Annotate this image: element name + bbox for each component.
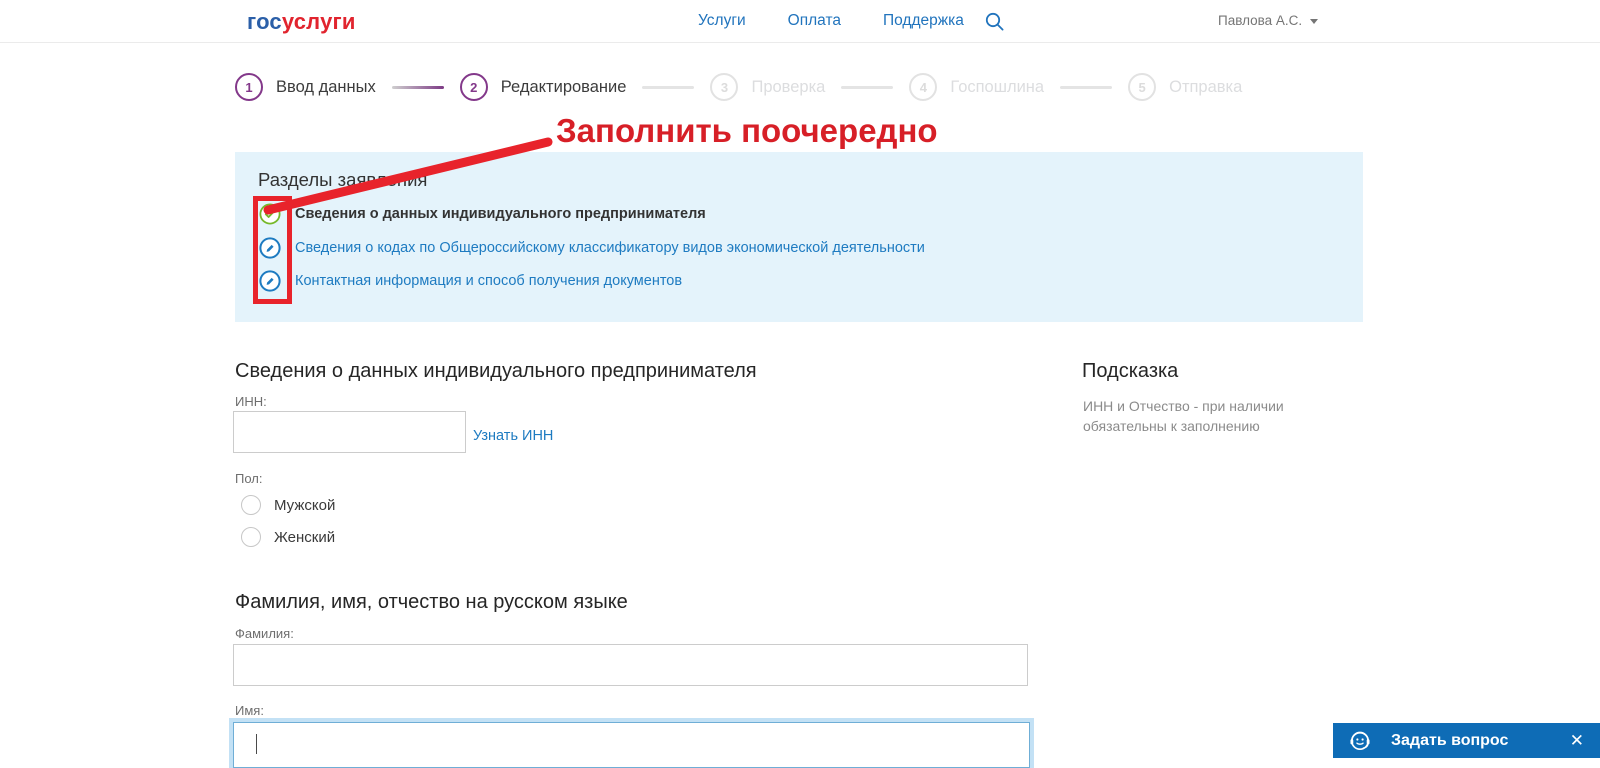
annotation-highlight-rectangle bbox=[253, 196, 292, 304]
step-4: 4 Госпошлина bbox=[909, 73, 1044, 101]
logo-part-red: услуги bbox=[282, 9, 356, 34]
wizard-stepper: 1 Ввод данных 2 Редактирование 3 Проверк… bbox=[235, 70, 1242, 104]
user-menu[interactable]: Павлова А.С. bbox=[1218, 13, 1318, 28]
step-5: 5 Отправка bbox=[1128, 73, 1242, 101]
radio-icon[interactable] bbox=[241, 495, 261, 515]
annotation-text: Заполнить поочередно bbox=[556, 112, 938, 150]
gosuslugi-logo[interactable]: госуслуги bbox=[247, 9, 356, 35]
step-1: 1 Ввод данных bbox=[235, 73, 376, 101]
step-5-circle: 5 bbox=[1128, 73, 1156, 101]
step-2: 2 Редактирование bbox=[460, 73, 627, 101]
step-connector bbox=[841, 86, 893, 89]
nav-item-payment[interactable]: Оплата bbox=[788, 12, 841, 30]
step-connector bbox=[642, 86, 694, 89]
hint-text: ИНН и Отчество - при наличии обязательны… bbox=[1083, 396, 1298, 437]
step-2-label: Редактирование bbox=[501, 78, 627, 97]
gender-radio-male[interactable]: Мужской bbox=[241, 495, 335, 515]
step-3-label: Проверка bbox=[751, 78, 825, 97]
step-connector bbox=[392, 86, 444, 89]
step-3-circle: 3 bbox=[710, 73, 738, 101]
surname-input[interactable] bbox=[233, 644, 1028, 686]
support-smiley-icon bbox=[1347, 728, 1373, 754]
text-cursor bbox=[256, 734, 257, 754]
step-2-circle: 2 bbox=[460, 73, 488, 101]
application-sections-panel: Разделы заявления Сведения о данных инди… bbox=[235, 152, 1363, 322]
section-item-contact-info[interactable]: Контактная информация и способ получения… bbox=[259, 269, 682, 293]
search-icon[interactable] bbox=[984, 11, 1006, 33]
hint-title: Подсказка bbox=[1082, 360, 1178, 383]
find-inn-link[interactable]: Узнать ИНН bbox=[473, 428, 553, 444]
step-3: 3 Проверка bbox=[710, 73, 825, 101]
firstname-input[interactable] bbox=[233, 722, 1030, 768]
step-5-label: Отправка bbox=[1169, 78, 1242, 97]
ask-question-label: Задать вопрос bbox=[1391, 732, 1508, 750]
radio-icon[interactable] bbox=[241, 527, 261, 547]
gender-label: Пол: bbox=[235, 471, 263, 486]
section1-title: Сведения о данных индивидуального предпр… bbox=[235, 360, 757, 383]
step-4-label: Госпошлина bbox=[950, 78, 1044, 97]
close-icon[interactable]: ✕ bbox=[1570, 732, 1584, 749]
section-item-label: Контактная информация и способ получения… bbox=[295, 273, 682, 289]
step-4-circle: 4 bbox=[909, 73, 937, 101]
surname-label: Фамилия: bbox=[235, 626, 294, 641]
section-item-entrepreneur-data[interactable]: Сведения о данных индивидуального предпр… bbox=[259, 202, 706, 226]
section-item-label: Сведения о кодах по Общероссийскому клас… bbox=[295, 240, 925, 256]
top-header: госуслуги Услуги Оплата Поддержка Павлов… bbox=[0, 0, 1600, 43]
inn-label: ИНН: bbox=[235, 394, 267, 409]
firstname-label: Имя: bbox=[235, 703, 264, 718]
sections-panel-title: Разделы заявления bbox=[258, 169, 427, 191]
gender-radio-female[interactable]: Женский bbox=[241, 527, 335, 547]
inn-input[interactable] bbox=[233, 411, 466, 453]
nav-item-services[interactable]: Услуги bbox=[698, 12, 746, 30]
chevron-down-icon bbox=[1310, 19, 1318, 24]
section-item-okved-codes[interactable]: Сведения о кодах по Общероссийскому клас… bbox=[259, 236, 925, 260]
gender-option-label: Мужской bbox=[274, 497, 335, 514]
nav-item-support[interactable]: Поддержка bbox=[883, 12, 964, 30]
user-name: Павлова А.С. bbox=[1218, 13, 1302, 28]
step-connector bbox=[1060, 86, 1112, 89]
step-1-circle: 1 bbox=[235, 73, 263, 101]
ask-question-bar[interactable]: Задать вопрос ✕ bbox=[1333, 723, 1600, 758]
section2-title: Фамилия, имя, отчество на русском языке bbox=[235, 591, 628, 614]
logo-part-blue: гос bbox=[247, 9, 282, 34]
section-item-label: Сведения о данных индивидуального предпр… bbox=[295, 206, 706, 222]
step-1-label: Ввод данных bbox=[276, 78, 376, 97]
main-nav: Услуги Оплата Поддержка bbox=[698, 12, 964, 30]
gender-option-label: Женский bbox=[274, 529, 335, 546]
